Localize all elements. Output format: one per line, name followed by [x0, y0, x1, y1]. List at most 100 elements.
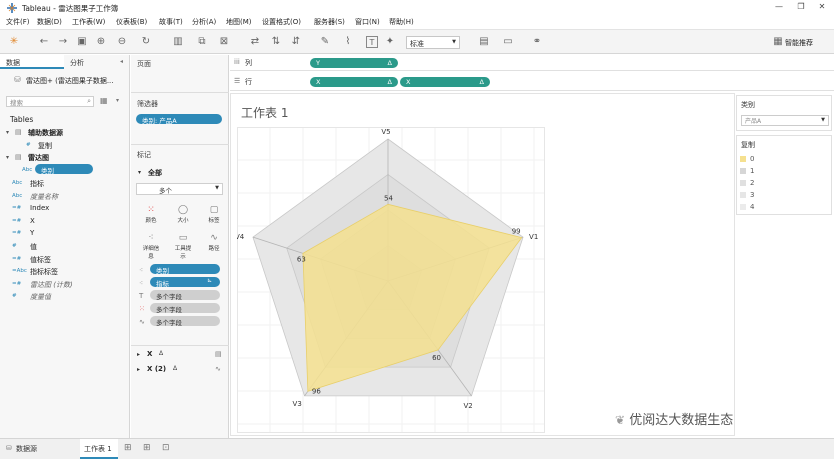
expand-group-icon[interactable]: ▾: [6, 154, 9, 161]
field-category-selected[interactable]: 类别: [35, 164, 93, 175]
field-item[interactable]: 指标标签: [30, 267, 58, 277]
table-radar[interactable]: 雷达图: [28, 153, 49, 163]
marks-all-label[interactable]: 全部: [148, 168, 162, 178]
data-label: 60: [432, 354, 441, 362]
chevron-down-icon: ▼: [215, 185, 219, 191]
field-item[interactable]: X: [30, 217, 35, 225]
minimize-button[interactable]: —: [772, 2, 786, 11]
new-story-icon[interactable]: ⊡: [162, 443, 170, 453]
color-icon: ⁙: [139, 305, 145, 313]
marks-pill-category[interactable]: 类别: [150, 264, 220, 275]
pin-axes-icon[interactable]: ✦: [384, 36, 396, 48]
view-options-icon[interactable]: ▦: [100, 96, 108, 105]
menu-data[interactable]: 数据(D): [37, 17, 62, 27]
detail-label: 详细信息: [142, 246, 160, 260]
marks-pill-multi-3[interactable]: 多个字段: [150, 316, 220, 327]
rows-pill-x1[interactable]: X Δ: [310, 77, 398, 87]
expand-all-icon[interactable]: ▾: [138, 169, 141, 176]
menu-worksheet[interactable]: 工作表(W): [72, 17, 105, 27]
marks-pill-multi-2[interactable]: 多个字段: [150, 303, 220, 314]
datasource-item[interactable]: 雷达图+ (雷达图果子数据...: [26, 76, 114, 86]
columns-pill-y[interactable]: Y Δ: [310, 58, 398, 68]
fit-dropdown[interactable]: 标准 ▼: [406, 36, 460, 49]
expand-icon[interactable]: ▸: [137, 351, 140, 358]
menu-format[interactable]: 设置格式(O): [262, 17, 301, 27]
field-item[interactable]: 指标: [30, 179, 44, 189]
mark-type-dropdown[interactable]: 多个 ▼: [136, 183, 223, 195]
share-icon[interactable]: ⚭: [531, 36, 543, 48]
data-label: 54: [384, 194, 393, 202]
refresh-icon[interactable]: ↻: [140, 36, 152, 48]
presentation-icon[interactable]: ▭: [502, 36, 514, 48]
field-item[interactable]: 值标签: [30, 255, 51, 265]
filter-category-pill[interactable]: 类别: 产品A: [136, 114, 222, 125]
menu-analysis[interactable]: 分析(A): [192, 17, 216, 27]
show-me-button[interactable]: 智能推荐: [785, 38, 813, 48]
new-sheet-icon[interactable]: ▥: [172, 36, 184, 48]
field-item[interactable]: Y: [30, 229, 34, 237]
clear-sheet-icon[interactable]: ⊠: [218, 36, 230, 48]
field-item[interactable]: 雷达图 (计数): [30, 280, 73, 290]
swap-icon[interactable]: ⇄: [249, 36, 261, 48]
collapse-pane-icon[interactable]: ◂: [120, 58, 123, 65]
duplicate-sheet-icon[interactable]: ⧉: [196, 36, 208, 48]
rows-pill-x2[interactable]: X Δ: [400, 77, 490, 87]
menu-server[interactable]: 服务器(S): [314, 17, 345, 27]
show-labels-icon[interactable]: T: [366, 36, 378, 48]
sort-desc-icon[interactable]: ⇵: [290, 36, 302, 48]
menu-window[interactable]: 窗口(N): [355, 17, 380, 27]
menu-story[interactable]: 故事(T): [159, 17, 183, 27]
new-datasource-icon[interactable]: ⊕: [95, 36, 107, 48]
field-item[interactable]: 值: [30, 242, 37, 252]
field-item[interactable]: Index: [30, 204, 49, 212]
legend-item[interactable]: 0: [740, 155, 754, 163]
size-button[interactable]: ◯ 大小: [173, 204, 193, 226]
expand-icon[interactable]: ▸: [137, 366, 140, 373]
legend-item[interactable]: 2: [740, 179, 754, 187]
field-copy[interactable]: 复制: [38, 141, 52, 151]
new-worksheet-icon[interactable]: ⊞: [124, 443, 132, 453]
highlight-icon[interactable]: ✎: [319, 36, 331, 48]
close-button[interactable]: ✕: [815, 2, 829, 11]
label-button[interactable]: ▢ 标签: [204, 204, 224, 226]
tableau-start-icon[interactable]: ✳: [8, 36, 20, 48]
sort-options-icon[interactable]: ▾: [116, 97, 119, 104]
path-button[interactable]: ∿ 路径: [204, 232, 224, 254]
rows-shelf[interactable]: ☰ 行 X Δ X Δ: [230, 73, 834, 91]
detail-button[interactable]: ⁖ 详细信息: [141, 232, 161, 260]
sort-asc-icon[interactable]: ⇅: [270, 36, 282, 48]
marks-sub-x[interactable]: X: [147, 350, 152, 358]
menu-file[interactable]: 文件(F): [6, 17, 30, 27]
cards-column: 页面 筛选器 类别: 产品A 标记 ▾ 全部 多个 ▼ ⁙ 颜色 ◯ 大小 ▢ 标签 …: [131, 55, 229, 438]
pause-updates-icon[interactable]: ⊖: [116, 36, 128, 48]
tab-datasource[interactable]: 数据源: [16, 444, 37, 454]
redo-icon[interactable]: →: [57, 36, 69, 48]
show-cards-icon[interactable]: ▤: [478, 36, 490, 48]
undo-icon[interactable]: ←: [38, 36, 50, 48]
marks-sub-x2[interactable]: X (2): [147, 365, 166, 373]
menu-help[interactable]: 帮助(H): [389, 17, 414, 27]
field-item[interactable]: 度量名称: [30, 192, 58, 202]
group-icon[interactable]: ⌇: [342, 36, 354, 48]
tab-sheet1[interactable]: 工作表 1: [80, 439, 118, 459]
color-button[interactable]: ⁙ 颜色: [141, 204, 161, 226]
new-dashboard-icon[interactable]: ⊞: [143, 443, 151, 453]
legend-item[interactable]: 4: [740, 203, 754, 211]
show-me-icon[interactable]: ▦: [772, 36, 784, 48]
search-input[interactable]: 搜索 ⌕: [6, 96, 94, 107]
tab-data[interactable]: 数据: [0, 55, 64, 69]
menu-map[interactable]: 地图(M): [226, 17, 252, 27]
tooltip-button[interactable]: ▭ 工具提示: [173, 232, 193, 260]
marks-pill-multi-1[interactable]: 多个字段: [150, 290, 220, 301]
save-icon[interactable]: ▣: [76, 36, 88, 48]
columns-shelf[interactable]: iii 列 Y Δ: [230, 55, 834, 71]
legend-item[interactable]: 1: [740, 167, 754, 175]
radar-chart[interactable]: V5 V1 V2 V3 V4 54 99 60 96 63: [237, 127, 545, 433]
legend-item[interactable]: 3: [740, 191, 754, 199]
field-item[interactable]: 度量值: [30, 292, 51, 302]
category-filter-dropdown[interactable]: 产品A ▼: [741, 115, 829, 126]
table-auxiliary-source[interactable]: 辅助数据源: [28, 128, 63, 138]
menu-dashboard[interactable]: 仪表板(B): [116, 17, 147, 27]
expand-group-icon[interactable]: ▾: [6, 129, 9, 136]
maximize-button[interactable]: ❐: [794, 2, 808, 11]
